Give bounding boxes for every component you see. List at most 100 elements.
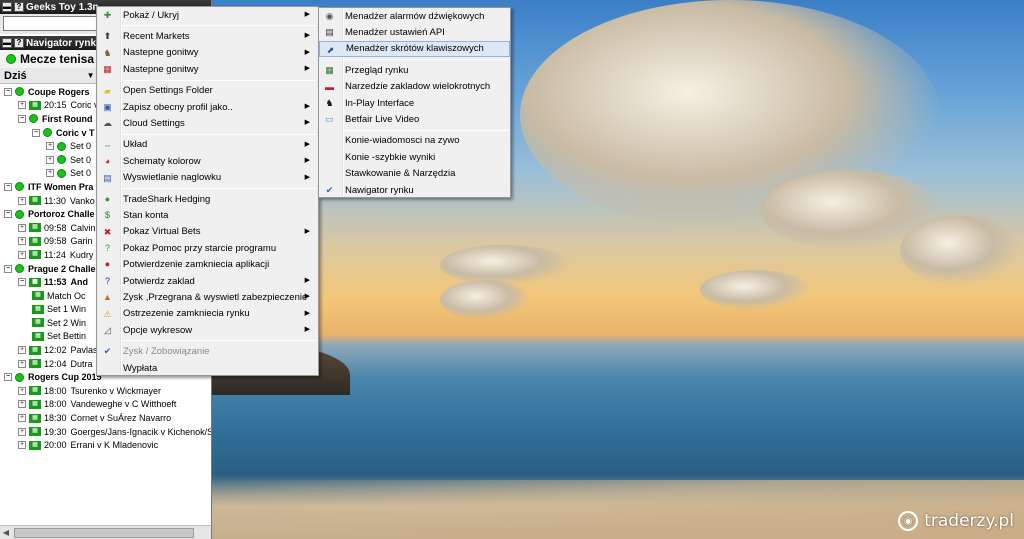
plus-icon: ✚ [103, 10, 112, 20]
collapse-icon[interactable]: − [4, 373, 12, 382]
header-icon: ▤ [103, 172, 112, 183]
menu-separator [123, 187, 316, 189]
menu-item[interactable]: ♞ Nastepne gonitwy ▶ [97, 45, 318, 61]
menu-item[interactable]: ▲ Zysk ,Przegrana & wyswietl zabezpieczen… [97, 289, 318, 305]
tree-label: Set 2 Win [47, 317, 87, 328]
minimize-icon[interactable]: ▬ [2, 38, 12, 48]
expand-icon[interactable]: + [18, 346, 26, 355]
scroll-left-icon[interactable]: ◀ [0, 528, 12, 537]
menu-item[interactable]: Stawkowanie & Narzędzia [319, 166, 510, 182]
expand-icon[interactable]: + [46, 169, 54, 178]
expand-icon[interactable]: + [18, 359, 26, 368]
menu-item[interactable]: ⇔ Układ ▶ [97, 137, 318, 153]
menu-item-label: TradeShark Hedging [123, 193, 211, 205]
menu-item[interactable]: ▤ Menadżer ustawień API [319, 24, 510, 40]
scrollbar-thumb[interactable] [14, 527, 194, 538]
search-input[interactable] [3, 16, 98, 31]
menu-item[interactable]: Wypłata [97, 360, 318, 376]
menu-item[interactable]: ▬ Narzedzie zakladow wielokrotnych [319, 79, 510, 95]
menu-item[interactable]: ? Potwierdz zaklad ▶ [97, 273, 318, 289]
expand-icon[interactable]: + [18, 441, 26, 450]
menu-item[interactable]: ✚ Pokaż / Ukryj ▶ [97, 7, 318, 23]
menu-item[interactable]: ● Potwierdzenie zamkniecia aplikacji [97, 256, 318, 272]
menu-item[interactable]: ✖ Pokaz Virtual Bets ▶ [97, 224, 318, 240]
collapse-icon[interactable]: − [4, 210, 12, 219]
menu-item[interactable]: ⬈ Menadżer skrótów klawiszowych [319, 40, 510, 58]
menu-item[interactable]: ▰ Open Settings Folder [97, 83, 318, 99]
menu-item[interactable]: ♞ In-Play Interface [319, 95, 510, 111]
menu-item[interactable]: ▦ Nastepne gonitwy ▶ [97, 61, 318, 77]
tree-label: Coric v [70, 100, 99, 111]
tree-label: Goerges/Jans-Ignacik v Kichenok/Save [70, 426, 211, 437]
match-time: 18:00 [44, 385, 67, 396]
expand-icon[interactable]: + [18, 196, 26, 205]
expand-icon[interactable]: + [18, 250, 26, 259]
expand-icon[interactable]: + [46, 142, 54, 151]
collapse-icon[interactable]: − [4, 87, 12, 96]
match-row[interactable]: + ▦ 18:30 Cornet v SuÁrez Navarro [0, 411, 211, 425]
match-row[interactable]: + ▦ 20:00 Errani v K Mladenovic [0, 438, 211, 452]
expand-icon[interactable]: + [18, 386, 26, 395]
collapse-icon[interactable]: − [4, 264, 12, 273]
menu-item[interactable]: ◉ Menadżer alarmów dźwiękowych [319, 8, 510, 24]
menu-item[interactable]: ⬆ Recent Markets ▶ [97, 28, 318, 44]
tree-label: Set 1 Win [47, 304, 87, 315]
menu-item[interactable]: $ Stan konta [97, 207, 318, 223]
menu-separator [123, 340, 316, 342]
tree-label: Set 0 [70, 168, 92, 179]
tree-label: Kudry [69, 249, 94, 260]
tree-label: Pavlas [70, 345, 98, 356]
menu-item[interactable]: ▭ Betfair Live Video [319, 111, 510, 127]
menu-item[interactable]: ▦ Przegląd rynku [319, 62, 510, 78]
submenu-arrow-icon: ▶ [304, 65, 310, 73]
menu-item[interactable]: ☁ Cloud Settings ▶ [97, 115, 318, 131]
horizontal-scrollbar[interactable]: ◀ [0, 525, 211, 539]
collapse-icon[interactable]: − [4, 182, 12, 191]
folder-icon: ▰ [104, 85, 111, 96]
collapse-icon[interactable]: − [32, 128, 40, 137]
cloud [440, 280, 530, 320]
menu-item[interactable]: ◿ Opcje wykresow ▶ [97, 322, 318, 338]
expand-icon[interactable]: + [18, 101, 26, 110]
expand-icon[interactable]: + [18, 427, 26, 436]
menu-item-label: Wypłata [123, 362, 158, 374]
menu-item[interactable]: ? Pokaz Pomoc przy starcie programu [97, 240, 318, 256]
menu-item[interactable]: Konie -szybkie wyniki [319, 149, 510, 165]
menu-item[interactable]: Konie-wiadomosci na zywo [319, 133, 510, 149]
match-row[interactable]: + ▦ 18:00 Vandeweghe v C Witthoeft [0, 398, 211, 412]
blank-icon [101, 362, 114, 374]
flag-uk-icon: ▦ [103, 64, 112, 75]
tree-label: Vanko [69, 195, 95, 206]
warning-icon: ⚠ [103, 308, 112, 319]
expand-icon[interactable]: + [18, 223, 26, 232]
match-row[interactable]: + ▦ 19:30 Goerges/Jans-Ignacik v Kichenok/S… [0, 425, 211, 439]
menu-item[interactable]: ⚠ Ostrzezenie zamkniecia rynku ▶ [97, 306, 318, 322]
menu-item: ✔ Zysk / Zobowiązanie [97, 343, 318, 359]
status-dot-icon [15, 87, 24, 97]
dropdown-arrow-icon[interactable]: ▼ [87, 71, 95, 80]
collapse-icon[interactable]: − [18, 278, 26, 287]
collapse-icon[interactable]: − [18, 114, 26, 123]
expand-icon[interactable]: + [46, 155, 54, 164]
menu-item[interactable]: ● TradeShark Hedging [97, 191, 318, 207]
inplay-icon: ♞ [325, 97, 334, 108]
help-icon[interactable]: ? [14, 38, 24, 48]
tree-label: Coupe Rogers [28, 86, 90, 97]
match-row[interactable]: + ▦ 18:00 Tsurenko v Wickmayer [0, 384, 211, 398]
account-icon: $ [104, 210, 110, 221]
virtual-bets-icon: ✖ [103, 226, 112, 237]
expand-icon[interactable]: + [18, 414, 26, 423]
menu-item[interactable]: ▣ Zapisz obecny profil jako.. ▶ [97, 99, 318, 115]
menu-item[interactable]: ◕ Schematy kolorow ▶ [97, 153, 318, 169]
help-icon[interactable]: ? [14, 2, 24, 12]
submenu-arrow-icon: ▶ [304, 140, 310, 148]
menu-item-label: Narzedzie zakladow wielokrotnych [345, 81, 491, 93]
match-time: 18:00 [44, 399, 67, 410]
minimize-icon[interactable]: ▬ [2, 2, 12, 12]
menu-item[interactable]: ✔ Nawigator rynku [319, 182, 510, 198]
expand-icon[interactable]: + [18, 400, 26, 409]
status-dot-icon [57, 155, 66, 165]
menu-item-label: Cloud Settings [123, 118, 185, 130]
expand-icon[interactable]: + [18, 237, 26, 246]
menu-item[interactable]: ▤ Wyswietlanie naglowku ▶ [97, 170, 318, 186]
